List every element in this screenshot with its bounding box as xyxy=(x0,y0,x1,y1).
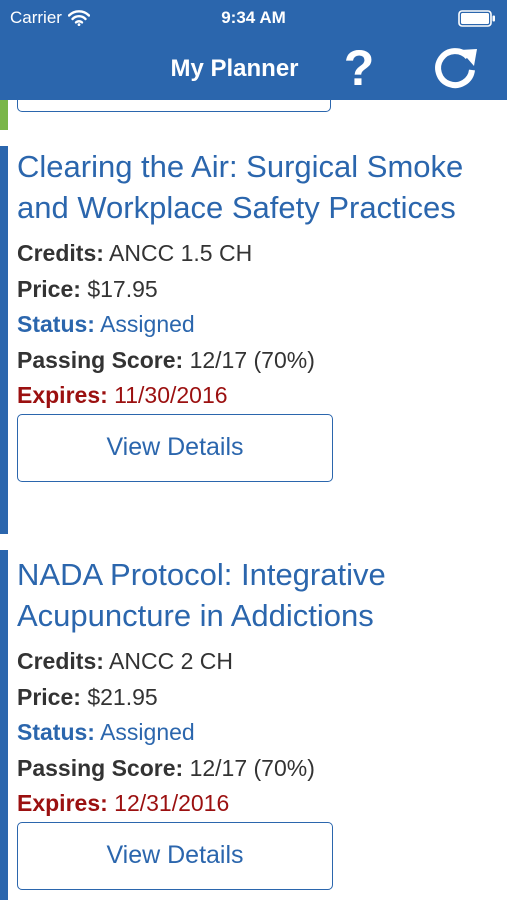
help-question-mark-icon[interactable]: ? xyxy=(338,40,380,96)
passing-score-value: 12/17 (70%) xyxy=(189,754,315,781)
passing-score-row: Passing Score: 12/17 (70%) xyxy=(17,751,497,787)
passing-score-value: 12/17 (70%) xyxy=(189,346,315,373)
card-accent-bar-previous xyxy=(0,100,8,130)
expires-label: Expires: xyxy=(17,790,108,816)
status-row: Status: Assigned xyxy=(17,715,497,751)
passing-score-row: Passing Score: 12/17 (70%) xyxy=(17,343,497,379)
course-card: NADA Protocol: Integrative Acupuncture i… xyxy=(17,554,497,890)
expires-value: 11/30/2016 xyxy=(114,382,228,408)
credits-label: Credits: xyxy=(17,648,104,674)
credits-row: Credits: ANCC 2 CH xyxy=(17,644,497,680)
status-label: Status: xyxy=(17,311,95,337)
price-row: Price: $17.95 xyxy=(17,272,497,308)
expires-label: Expires: xyxy=(17,382,108,408)
course-title[interactable]: Clearing the Air: Surgical Smoke and Wor… xyxy=(17,146,487,228)
status-value: Assigned xyxy=(100,719,195,745)
price-value: $21.95 xyxy=(87,683,158,710)
passing-score-label: Passing Score: xyxy=(17,754,184,781)
nav-header: Carrier 9:34 AM My Planner ? xyxy=(0,0,507,100)
status-row: Status: Assigned xyxy=(17,307,497,343)
refresh-icon[interactable] xyxy=(430,44,480,92)
clock: 9:34 AM xyxy=(221,8,286,27)
expires-row: Expires: 11/30/2016 xyxy=(17,378,497,414)
credits-label: Credits: xyxy=(17,240,104,266)
credits-value: ANCC 2 CH xyxy=(109,648,233,674)
price-row: Price: $21.95 xyxy=(17,680,497,716)
expires-row: Expires: 12/31/2016 xyxy=(17,786,497,822)
price-value: $17.95 xyxy=(87,275,158,302)
expires-value: 12/31/2016 xyxy=(114,790,230,816)
course-card: Clearing the Air: Surgical Smoke and Wor… xyxy=(17,146,497,482)
view-details-button[interactable]: View Details xyxy=(17,821,333,890)
card-accent-bar xyxy=(0,146,8,534)
credits-value: ANCC 1.5 CH xyxy=(109,240,253,266)
status-bar: Carrier 9:34 AM xyxy=(0,0,507,36)
card-accent-bar xyxy=(0,550,8,900)
passing-score-label: Passing Score: xyxy=(17,346,184,373)
page-title: My Planner xyxy=(170,55,299,82)
view-details-button-previous[interactable] xyxy=(17,100,331,112)
course-title[interactable]: NADA Protocol: Integrative Acupuncture i… xyxy=(17,554,487,636)
price-label: Price: xyxy=(17,275,81,302)
credits-row: Credits: ANCC 1.5 CH xyxy=(17,236,497,272)
status-label: Status: xyxy=(17,719,95,745)
view-details-button[interactable]: View Details xyxy=(17,413,333,482)
battery-icon xyxy=(458,10,495,27)
price-label: Price: xyxy=(17,683,81,710)
status-value: Assigned xyxy=(100,311,195,337)
